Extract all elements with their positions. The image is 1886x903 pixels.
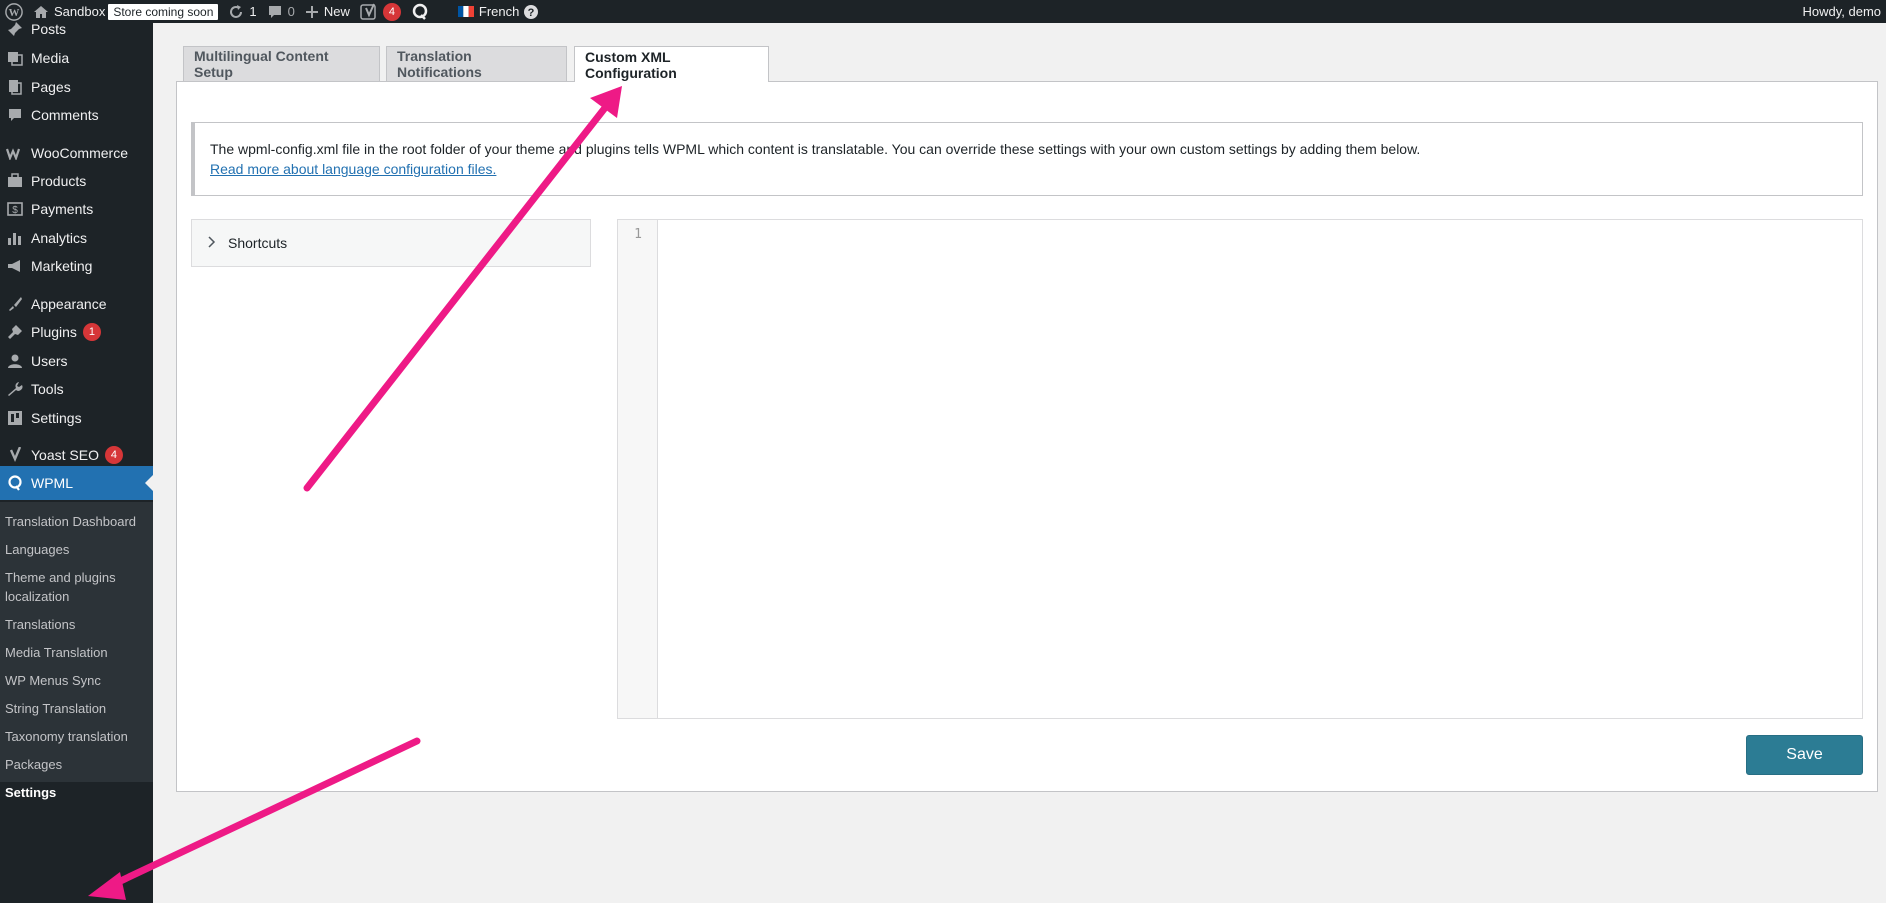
- yoast-icon: [3, 447, 27, 463]
- submenu-item-wp-menus-sync[interactable]: WP Menus Sync: [5, 671, 150, 690]
- sidebar-item-label: Products: [31, 173, 87, 189]
- howdy-label: Howdy, demo: [1802, 4, 1881, 19]
- language-config-docs-link[interactable]: Read more about language configuration f…: [210, 159, 1847, 179]
- sidebar-item-label: Analytics: [31, 230, 88, 246]
- line-number: 1: [634, 227, 642, 242]
- yoast-count-badge: 4: [382, 2, 401, 21]
- sidebar-item-label: Pages: [31, 79, 71, 95]
- comments-icon: [3, 107, 27, 123]
- tab-translation-notifications[interactable]: Translation Notifications: [386, 46, 567, 81]
- shortcuts-toggle[interactable]: Shortcuts: [191, 219, 591, 267]
- submenu-item-media-translation[interactable]: Media Translation: [5, 643, 150, 662]
- new-label: New: [323, 4, 350, 19]
- xml-config-panel: The wpml-config.xml file in the root fol…: [176, 81, 1878, 792]
- media-icon: [3, 50, 27, 66]
- sidebar-item-label: WooCommerce: [31, 145, 128, 161]
- woocommerce-icon: [3, 146, 27, 160]
- settings-icon: [3, 410, 27, 426]
- sidebar-item-label: Settings: [31, 410, 82, 426]
- admin-bar: W Sandbox Store coming soon 1 0 New 4 Fr…: [0, 0, 1886, 23]
- sidebar-item-label: Marketing: [31, 258, 93, 274]
- marketing-icon: [3, 258, 27, 274]
- sidebar-item-label: WPML: [31, 475, 73, 491]
- info-notice: The wpml-config.xml file in the root fol…: [191, 122, 1863, 196]
- appearance-icon: [3, 296, 27, 312]
- sidebar-item-label: Appearance: [31, 296, 107, 312]
- wpml-submenu: Translation Dashboard Languages Theme an…: [0, 502, 153, 800]
- wpml-icon: [3, 475, 27, 491]
- updates-count: 1: [249, 4, 257, 19]
- analytics-icon: [3, 230, 27, 246]
- language-label: French: [478, 4, 520, 19]
- submenu-item-taxonomy-translation[interactable]: Taxonomy translation: [5, 727, 150, 746]
- tab-multilingual-content-setup[interactable]: Multilingual Content Setup: [183, 46, 380, 81]
- sidebar-item-settings[interactable]: Settings: [0, 401, 153, 435]
- sidebar-item-marketing[interactable]: Marketing: [0, 249, 153, 283]
- main-content: Multilingual Content Setup Translation N…: [153, 23, 1886, 903]
- wpml-menu-link[interactable]: [406, 0, 439, 23]
- comments-count: 0: [287, 4, 295, 19]
- pages-icon: [3, 79, 27, 95]
- admin-sidebar: Posts Media Pages Comments WooCommerce P…: [0, 21, 153, 903]
- french-flag-icon: [457, 6, 474, 17]
- submenu-item-packages[interactable]: Packages: [5, 755, 150, 774]
- new-content-link[interactable]: New: [300, 0, 355, 23]
- sidebar-item-comments[interactable]: Comments: [0, 98, 153, 132]
- updates-icon: [228, 4, 244, 20]
- users-icon: [3, 353, 27, 369]
- line-number-gutter: 1: [618, 220, 658, 718]
- submenu-item-languages[interactable]: Languages: [5, 540, 150, 559]
- comment-icon: [267, 4, 283, 20]
- pin-icon: [3, 21, 27, 37]
- submenu-item-theme-plugins-localization[interactable]: Theme and plugins localization: [5, 568, 150, 606]
- xml-code-editor[interactable]: 1: [617, 219, 1863, 719]
- submenu-item-translation-dashboard[interactable]: Translation Dashboard: [5, 512, 150, 531]
- sidebar-item-label: Users: [31, 353, 68, 369]
- tab-custom-xml-configuration[interactable]: Custom XML Configuration: [574, 46, 769, 82]
- submenu-item-settings[interactable]: Settings: [5, 783, 150, 802]
- products-icon: [3, 173, 27, 189]
- yoast-icon: [360, 3, 378, 21]
- svg-text:?: ?: [528, 7, 535, 19]
- help-icon[interactable]: ?: [523, 4, 539, 20]
- comments-link[interactable]: 0: [262, 0, 300, 23]
- submenu-item-translations[interactable]: Translations: [5, 615, 150, 634]
- payments-icon: $: [3, 201, 27, 217]
- language-switcher[interactable]: French ?: [453, 0, 549, 23]
- sidebar-item-label: Plugins: [31, 324, 77, 340]
- shortcuts-label: Shortcuts: [228, 235, 288, 251]
- sidebar-item-label: Posts: [31, 21, 67, 37]
- account-menu[interactable]: Howdy, demo: [1797, 0, 1886, 23]
- submenu-item-string-translation[interactable]: String Translation: [5, 699, 150, 718]
- save-button[interactable]: Save: [1746, 735, 1863, 775]
- plugins-icon: [3, 324, 27, 340]
- sidebar-item-label: Comments: [31, 107, 99, 123]
- sidebar-item-label: Yoast SEO: [31, 447, 99, 463]
- notice-text: The wpml-config.xml file in the root fol…: [210, 141, 1421, 157]
- wpml-icon: [411, 3, 429, 21]
- chevron-right-icon: [208, 235, 216, 251]
- svg-text:$: $: [12, 205, 18, 216]
- sidebar-item-label: Media: [31, 50, 70, 66]
- updates-link[interactable]: 1: [223, 0, 261, 23]
- plus-icon: [305, 5, 319, 19]
- sidebar-item-label: Payments: [31, 201, 94, 217]
- sidebar-item-wpml[interactable]: WPML: [0, 466, 153, 500]
- sidebar-item-label: Tools: [31, 381, 64, 397]
- plugins-update-badge: 1: [82, 323, 101, 341]
- yoast-badge: 4: [104, 446, 123, 464]
- yoast-link[interactable]: 4: [355, 0, 406, 23]
- tools-icon: [3, 381, 27, 397]
